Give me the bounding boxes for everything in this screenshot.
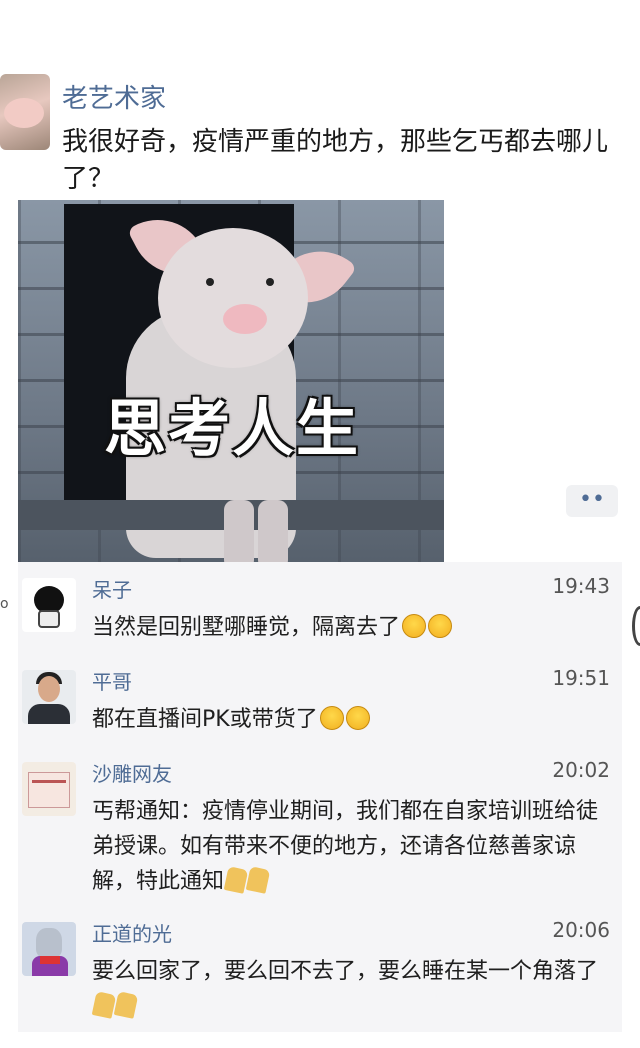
- edge-fragment: o: [0, 596, 9, 612]
- comment-text: 要么回家了，要么回不去了，要么睡在某一个角落了: [91, 954, 612, 1024]
- grin-emoji-icon: [402, 614, 427, 638]
- post-text: 我很好奇，疫情严重的地方，那些乞丐都去哪儿了？: [62, 127, 609, 194]
- pray-emoji-icon: [91, 991, 117, 1019]
- hero-chest-icon: [40, 956, 60, 964]
- pig-eye-left: [206, 278, 214, 286]
- post-author-name[interactable]: 老艺术家: [62, 78, 166, 115]
- thinking-emoji-icon: [319, 706, 344, 730]
- comment-text: 都在直播间PK或带货了: [92, 702, 612, 737]
- comment-text: 当然是回别墅哪睡觉，隔离去了: [92, 610, 612, 645]
- more-actions-button[interactable]: ••: [566, 485, 618, 517]
- poster-shape: [28, 772, 70, 808]
- hero-head-icon: [36, 928, 62, 958]
- comment-text: 丐帮通知：疫情停业期间，我们都在自家培训班给徒弟授课。如有带来不便的地方，还请各…: [92, 799, 599, 894]
- commenter-avatar[interactable]: [22, 762, 76, 816]
- pig-eye-right: [266, 278, 274, 286]
- commenter-avatar[interactable]: [22, 922, 76, 976]
- commenter-avatar[interactable]: [22, 578, 76, 632]
- pig-face: [158, 228, 308, 368]
- commenter-avatar[interactable]: [22, 670, 76, 724]
- edge-fragment-right: [632, 606, 640, 646]
- face-shape: [38, 676, 60, 702]
- pig-leg-right: [258, 500, 288, 566]
- shoulders-shape: [28, 704, 70, 724]
- poster-line: [32, 780, 66, 783]
- thinking-emoji-icon: [345, 706, 370, 730]
- comments-panel: 呆子 19:43 当然是回别墅哪睡觉，隔离去了 平哥 19:51 都在直播间PK…: [18, 562, 622, 1032]
- pray-emoji-icon: [223, 866, 249, 894]
- image-caption: 思考人生: [104, 392, 361, 465]
- pig-leg-left: [224, 500, 254, 566]
- pig-avatar-icon: [4, 98, 44, 128]
- pig-snout: [223, 304, 267, 334]
- post-image[interactable]: 思考人生: [18, 200, 444, 566]
- commenter-name[interactable]: 正道的光: [92, 918, 172, 947]
- commenter-name[interactable]: 沙雕网友: [92, 758, 172, 787]
- cartoon-body-icon: [38, 610, 60, 628]
- comment-time: 19:43: [552, 574, 610, 598]
- pray-emoji-icon: [245, 866, 271, 894]
- comment-time: 20:06: [552, 918, 610, 942]
- commenter-name[interactable]: 平哥: [92, 666, 132, 695]
- commenter-name[interactable]: 呆子: [92, 574, 132, 603]
- comment-time: 19:51: [552, 666, 610, 690]
- pray-emoji-icon: [113, 991, 139, 1019]
- grin-emoji-icon: [428, 614, 453, 638]
- comment-time: 20:02: [552, 758, 610, 782]
- author-avatar[interactable]: [0, 74, 50, 150]
